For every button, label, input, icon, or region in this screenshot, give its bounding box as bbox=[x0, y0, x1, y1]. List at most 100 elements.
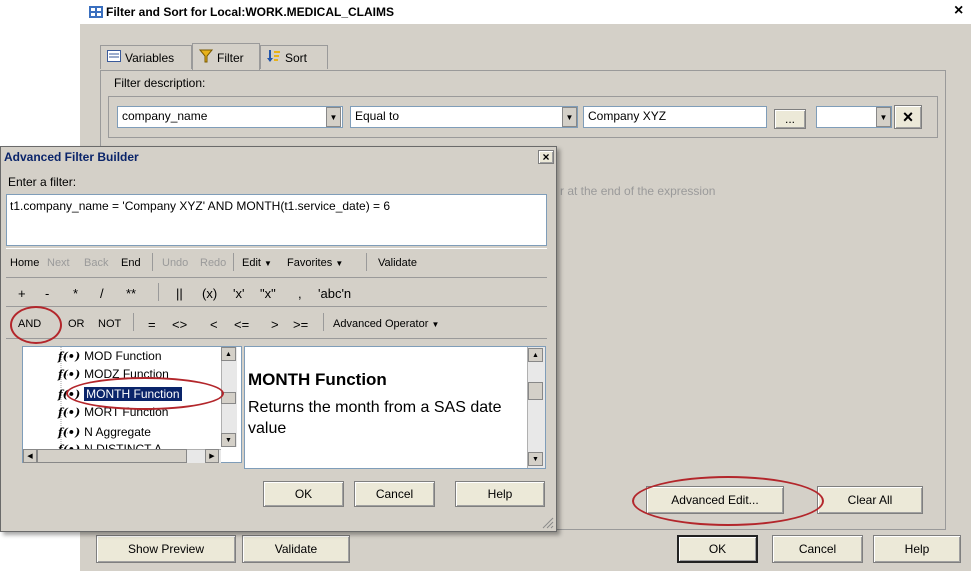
tab-sort[interactable]: Sort bbox=[260, 45, 328, 69]
favorites-menu[interactable]: Favorites ▼ bbox=[287, 257, 343, 269]
sort-icon bbox=[267, 49, 281, 66]
ellipsis-button[interactable]: ... bbox=[774, 109, 806, 129]
month-function-highlight bbox=[66, 377, 224, 410]
op-plus-button[interactable]: + bbox=[18, 286, 26, 301]
afb-validate-button[interactable]: Validate bbox=[378, 257, 417, 269]
home-button[interactable]: Home bbox=[10, 257, 39, 269]
filter-value-field[interactable]: Company XYZ bbox=[583, 106, 767, 128]
op-minus-button[interactable]: - bbox=[45, 286, 49, 301]
op-parens-button[interactable]: (x) bbox=[202, 286, 217, 301]
op-divide-button[interactable]: / bbox=[100, 286, 104, 301]
function-description-text: Returns the month from a SAS date value bbox=[248, 399, 502, 437]
show-preview-button[interactable]: Show Preview bbox=[96, 535, 236, 563]
main-close-icon[interactable]: × bbox=[954, 2, 963, 20]
op-less-equal-button[interactable]: <= bbox=[234, 317, 249, 332]
undo-button[interactable]: Undo bbox=[162, 257, 188, 269]
operator-dropdown-arrow-icon[interactable]: ▼ bbox=[562, 107, 577, 127]
hint-text: r at the end of the expression bbox=[560, 184, 716, 198]
op-name-literal-button[interactable]: 'abc'n bbox=[318, 286, 351, 301]
function-list-item[interactable]: f(•) N Aggregate bbox=[58, 425, 151, 439]
edit-menu[interactable]: Edit ▼ bbox=[242, 257, 272, 269]
chevron-down-icon: ▼ bbox=[431, 320, 440, 329]
column-dropdown-arrow-icon[interactable]: ▼ bbox=[326, 107, 341, 127]
op-concat-button[interactable]: || bbox=[176, 286, 183, 301]
and-button-highlight bbox=[10, 306, 62, 344]
back-button[interactable]: Back bbox=[84, 257, 108, 269]
chevron-down-icon: ▼ bbox=[335, 259, 344, 268]
op-power-button[interactable]: ** bbox=[126, 286, 136, 301]
op-greater-than-button[interactable]: > bbox=[271, 317, 279, 332]
op-multiply-button[interactable]: * bbox=[73, 286, 78, 301]
scroll-down-arrow-icon[interactable]: ▼ bbox=[221, 433, 236, 447]
tab-variables[interactable]: Variables bbox=[100, 45, 192, 69]
op-less-than-button[interactable]: < bbox=[210, 317, 218, 332]
column-dropdown[interactable]: company_name bbox=[117, 106, 343, 128]
toolbar-divider bbox=[323, 313, 324, 331]
afb-title: Advanced Filter Builder bbox=[4, 150, 139, 164]
scroll-thumb[interactable] bbox=[528, 382, 543, 400]
cancel-button[interactable]: Cancel bbox=[772, 535, 863, 563]
toolbar-divider bbox=[158, 283, 159, 301]
tab-filter-label: Filter bbox=[217, 50, 244, 65]
function-icon: f(•) bbox=[58, 349, 81, 363]
filter-description-label: Filter description: bbox=[114, 76, 206, 90]
enter-filter-label: Enter a filter: bbox=[8, 175, 77, 189]
toolbar-divider bbox=[233, 253, 234, 271]
advanced-operator-label: Advanced Operator bbox=[333, 318, 429, 330]
op-not-button[interactable]: NOT bbox=[98, 318, 121, 330]
variables-icon bbox=[107, 50, 121, 65]
delete-x-icon: × bbox=[902, 106, 914, 127]
toolbar-divider bbox=[152, 253, 153, 271]
afb-cancel-button[interactable]: Cancel bbox=[354, 481, 435, 507]
hscroll-thumb[interactable] bbox=[37, 449, 187, 463]
tab-variables-label: Variables bbox=[125, 50, 175, 65]
scroll-up-arrow-icon[interactable]: ▲ bbox=[528, 348, 543, 362]
tab-strip: Variables Filter Sort bbox=[100, 43, 340, 71]
function-list-label: MOD Function bbox=[84, 349, 162, 363]
function-list-item[interactable]: f(•) MOD Function bbox=[58, 349, 162, 363]
delete-condition-button[interactable]: × bbox=[894, 105, 922, 129]
operator-dropdown[interactable]: Equal to bbox=[350, 106, 578, 128]
end-button[interactable]: End bbox=[121, 257, 141, 269]
op-or-button[interactable]: OR bbox=[68, 318, 85, 330]
description-vscrollbar[interactable] bbox=[527, 347, 545, 468]
op-greater-equal-button[interactable]: >= bbox=[293, 317, 308, 332]
column-value: company_name bbox=[122, 109, 208, 123]
scroll-up-arrow-icon[interactable]: ▲ bbox=[221, 347, 236, 361]
afb-help-button[interactable]: Help bbox=[455, 481, 545, 507]
op-single-quote-button[interactable]: 'x' bbox=[233, 286, 244, 301]
filter-expression-text: t1.company_name = 'Company XYZ' AND MONT… bbox=[10, 199, 391, 213]
main-window-title: Filter and Sort for Local:WORK.MEDICAL_C… bbox=[106, 5, 394, 19]
op-comma-button[interactable]: , bbox=[298, 286, 302, 301]
resize-grip-icon[interactable] bbox=[540, 515, 554, 529]
favorites-menu-label: Favorites bbox=[287, 257, 333, 269]
edit-menu-label: Edit bbox=[242, 257, 261, 269]
ok-button[interactable]: OK bbox=[677, 535, 758, 563]
advanced-operator-menu[interactable]: Advanced Operator ▼ bbox=[333, 318, 439, 330]
connector-dropdown-arrow-icon[interactable]: ▼ bbox=[876, 107, 891, 127]
toolbar-divider bbox=[366, 253, 367, 271]
clear-all-button[interactable]: Clear All bbox=[817, 486, 923, 514]
function-icon: f(•) bbox=[58, 425, 81, 439]
next-button[interactable]: Next bbox=[47, 257, 70, 269]
op-equal-button[interactable]: = bbox=[148, 317, 156, 332]
operator-value: Equal to bbox=[355, 109, 400, 123]
scroll-down-arrow-icon[interactable]: ▼ bbox=[528, 452, 543, 466]
tab-filter[interactable]: Filter bbox=[192, 43, 260, 71]
op-not-equal-button[interactable]: <> bbox=[172, 317, 187, 332]
advanced-edit-highlight bbox=[632, 476, 824, 526]
scroll-right-arrow-icon[interactable]: ▶ bbox=[205, 449, 219, 463]
chevron-down-icon: ▼ bbox=[264, 259, 272, 268]
afb-close-icon[interactable]: × bbox=[538, 150, 554, 164]
redo-button[interactable]: Redo bbox=[200, 257, 226, 269]
function-list-label: N Aggregate bbox=[84, 425, 151, 439]
scroll-left-arrow-icon[interactable]: ◀ bbox=[23, 449, 37, 463]
validate-button[interactable]: Validate bbox=[242, 535, 350, 563]
afb-ok-button[interactable]: OK bbox=[263, 481, 344, 507]
help-button[interactable]: Help bbox=[873, 535, 961, 563]
filter-value-text: Company XYZ bbox=[588, 109, 667, 123]
filter-expression-editor[interactable]: t1.company_name = 'Company XYZ' AND MONT… bbox=[6, 194, 547, 246]
function-description-title: MONTH Function bbox=[248, 370, 387, 389]
op-double-quote-button[interactable]: "x" bbox=[260, 286, 276, 301]
sas-app-icon bbox=[88, 4, 104, 20]
